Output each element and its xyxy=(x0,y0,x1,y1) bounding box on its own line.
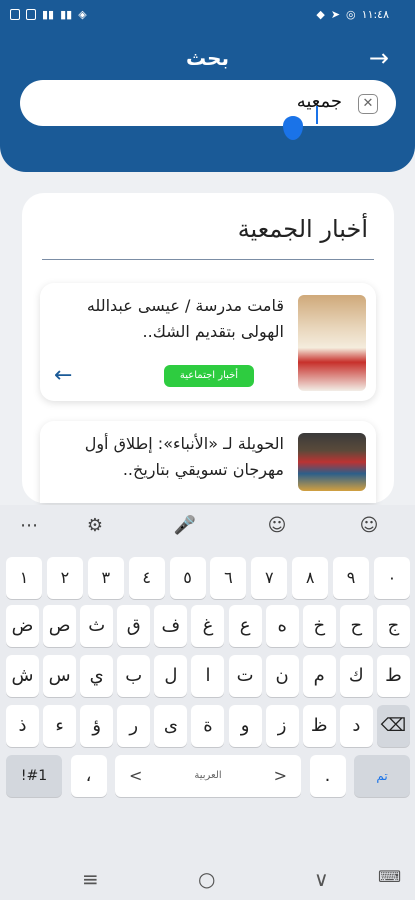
system-nav-bar: ≡ ○ ∨ ⌨ xyxy=(0,855,415,900)
news-panel: أخبار الجمعية قامت مدرسة / عيسى عبدالله … xyxy=(22,193,394,503)
key[interactable]: ت xyxy=(228,655,262,697)
key[interactable]: ٦ xyxy=(210,557,247,599)
keyboard-toolbar: ⋯ ⚙ 🎤 ☺ ☺ xyxy=(0,505,415,555)
backspace-key[interactable]: ⌫ xyxy=(376,705,410,747)
enter-key[interactable]: تم xyxy=(354,755,410,797)
key[interactable]: خ xyxy=(302,605,336,647)
news-thumbnail xyxy=(298,295,366,391)
news-item[interactable]: الحويلة لـ «الأنباء»: إطلاق أول مهرجان ت… xyxy=(40,421,376,503)
status-left: ▮▮ ▮▮ ◈ xyxy=(10,8,87,21)
telegram-icon: ➤ xyxy=(330,8,341,21)
settings-icon[interactable]: ⚙ xyxy=(80,515,110,536)
text-caret xyxy=(316,106,318,124)
cursor-left-icon: < xyxy=(129,766,143,785)
status-bar: ▮▮ ▮▮ ◈ ◆ ➤ ◎ ١١:٤٨ xyxy=(0,6,415,26)
key[interactable]: ٩ xyxy=(333,557,369,599)
news-thumbnail xyxy=(298,433,366,491)
key[interactable]: ٨ xyxy=(292,557,329,599)
key[interactable]: ح xyxy=(339,605,373,647)
key[interactable]: ص xyxy=(43,605,77,647)
news-headline: قامت مدرسة / عيسى عبدالله الهولى بتقديم … xyxy=(86,296,284,341)
clear-icon[interactable]: ✕ xyxy=(358,94,378,114)
key[interactable]: ا xyxy=(191,655,225,697)
battery-icon xyxy=(10,9,20,20)
more-icon[interactable]: ⋯ xyxy=(14,515,44,536)
key[interactable]: م xyxy=(302,655,336,697)
key[interactable]: ج xyxy=(376,605,410,647)
comma-key[interactable]: ، xyxy=(70,755,107,797)
key[interactable]: ذ xyxy=(6,705,39,747)
section-title: أخبار الجمعية xyxy=(237,215,368,243)
sticker-icon[interactable]: ☺ xyxy=(262,515,292,536)
key[interactable]: ر xyxy=(117,705,151,747)
cursor-right-icon: > xyxy=(273,766,287,785)
app-header: ▮▮ ▮▮ ◈ ◆ ➤ ◎ ١١:٤٨ بحث → جمعيه ✕ xyxy=(0,0,415,172)
key[interactable]: ى xyxy=(154,705,188,747)
key[interactable]: ة xyxy=(191,705,225,747)
keyboard-row-numbers: ١ ٢ ٣ ٤ ٥ ٦ ٧ ٨ ٩ ٠ xyxy=(6,557,410,599)
back-nav-icon[interactable]: ∨ xyxy=(314,867,329,891)
keyboard-row: ش س ي ب ل ا ت ن م ك ط xyxy=(6,655,410,697)
key[interactable]: ٣ xyxy=(87,557,124,599)
key[interactable]: ع xyxy=(228,605,262,647)
key[interactable]: ه xyxy=(265,605,299,647)
keyboard-hide-icon[interactable]: ⌨ xyxy=(378,867,401,886)
language-label: العربية xyxy=(194,770,222,781)
key[interactable]: د xyxy=(339,705,373,747)
key[interactable]: ق xyxy=(117,605,151,647)
key[interactable]: ف xyxy=(154,605,188,647)
category-badge: أخبار اجتماعية xyxy=(164,365,254,387)
page-title: بحث xyxy=(185,46,230,70)
keyboard-row: ذ ء ؤ ر ى ة و ز ظ د ⌫ xyxy=(6,705,410,747)
key[interactable]: ز xyxy=(265,705,299,747)
symbols-key[interactable]: !#1 xyxy=(6,755,62,797)
emoji-icon[interactable]: ☺ xyxy=(354,515,384,536)
key[interactable]: ؤ xyxy=(80,705,114,747)
key[interactable]: ء xyxy=(43,705,77,747)
key[interactable]: ٤ xyxy=(128,557,165,599)
mic-icon[interactable]: 🎤 xyxy=(170,515,200,536)
key[interactable]: ض xyxy=(6,605,39,647)
whatsapp-icon: ◎ xyxy=(346,8,356,21)
period-key[interactable]: . xyxy=(309,755,346,797)
recents-icon[interactable]: ≡ xyxy=(82,867,99,891)
keyboard-row-bottom: !#1 ، < العربية > . تم xyxy=(6,755,410,797)
key[interactable]: ط xyxy=(376,655,410,697)
key[interactable]: ١ xyxy=(6,557,42,599)
key[interactable]: ك xyxy=(339,655,373,697)
key[interactable]: ٢ xyxy=(46,557,83,599)
status-right: ◆ ➤ ◎ ١١:٤٨ xyxy=(316,8,389,21)
keyboard-row: ض ص ث ق ف غ ع ه خ ح ج xyxy=(6,605,410,647)
key[interactable]: ٠ xyxy=(373,557,410,599)
key[interactable]: ظ xyxy=(302,705,336,747)
news-headline: الحويلة لـ «الأنباء»: إطلاق أول مهرجان ت… xyxy=(84,434,284,479)
key[interactable]: ب xyxy=(117,655,151,697)
key[interactable]: ٥ xyxy=(169,557,206,599)
signal-icon: ▮▮ xyxy=(60,8,73,21)
key[interactable]: ث xyxy=(80,605,114,647)
search-input[interactable]: جمعيه xyxy=(297,91,342,112)
arrow-left-icon[interactable]: ← xyxy=(54,363,72,388)
keyboard: ⋯ ⚙ 🎤 ☺ ☺ ١ ٢ ٣ ٤ ٥ ٦ ٧ ٨ ٩ ٠ ض ص ث ق ف … xyxy=(0,505,415,900)
key[interactable]: ٧ xyxy=(251,557,288,599)
key[interactable]: ش xyxy=(6,655,39,697)
shield-icon: ◆ xyxy=(316,8,325,21)
mute-icon xyxy=(26,9,36,20)
key[interactable]: ل xyxy=(154,655,188,697)
home-icon[interactable]: ○ xyxy=(198,867,215,891)
key[interactable]: غ xyxy=(191,605,225,647)
news-item[interactable]: قامت مدرسة / عيسى عبدالله الهولى بتقديم … xyxy=(40,283,376,401)
key[interactable]: ن xyxy=(265,655,299,697)
search-bar[interactable]: جمعيه ✕ xyxy=(20,80,396,126)
divider xyxy=(42,259,374,260)
back-arrow-icon[interactable]: → xyxy=(369,46,389,70)
key[interactable]: س xyxy=(43,655,77,697)
key[interactable]: و xyxy=(228,705,262,747)
space-key[interactable]: < العربية > xyxy=(115,755,301,797)
status-time: ١١:٤٨ xyxy=(361,8,389,21)
key[interactable]: ي xyxy=(80,655,114,697)
wifi-icon: ◈ xyxy=(78,8,87,21)
signal-icon: ▮▮ xyxy=(42,8,55,21)
